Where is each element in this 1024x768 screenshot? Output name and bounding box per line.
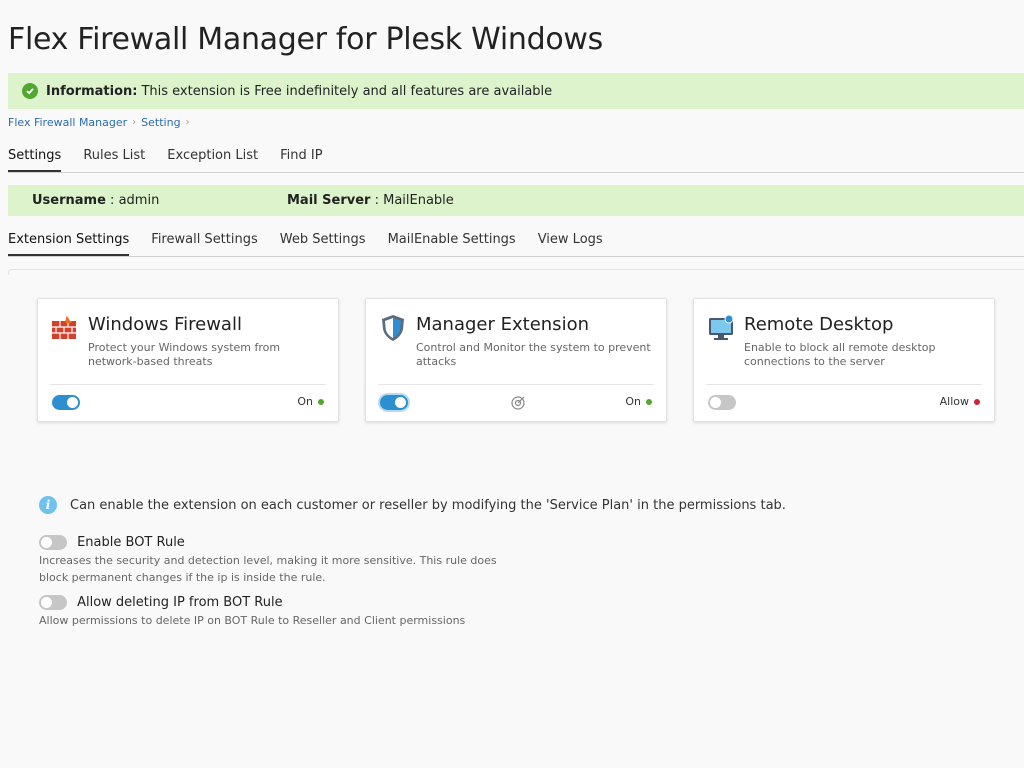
- card-remote-desktop: Remote Desktop Enable to block all remot…: [693, 298, 995, 422]
- status-dot-icon: [974, 398, 980, 405]
- status-text: On: [297, 395, 313, 408]
- option-description: Increases the security and detection lev…: [39, 554, 497, 584]
- tab-exception-list[interactable]: Exception List: [167, 148, 258, 172]
- toggle-knob: [41, 597, 52, 608]
- status-indicator: Allow: [940, 395, 980, 408]
- tab-web-settings[interactable]: Web Settings: [280, 232, 366, 256]
- card-divider: [378, 384, 654, 385]
- toggle-knob: [67, 397, 78, 408]
- card-divider: [706, 384, 982, 385]
- card-manager-extension: Manager Extension Control and Monitor th…: [365, 298, 667, 422]
- permissions-note: i Can enable the extension on each custo…: [39, 496, 786, 514]
- page-title: Flex Firewall Manager for Plesk Windows: [8, 22, 603, 57]
- info-text: This extension is Free indefinitely and …: [141, 83, 553, 99]
- breadcrumb-item[interactable]: Flex Firewall Manager: [8, 116, 127, 129]
- status-indicator: On: [625, 395, 652, 408]
- option-label: Allow deleting IP from BOT Rule: [77, 595, 283, 610]
- tab-settings[interactable]: Settings: [8, 148, 62, 172]
- windows-firewall-toggle[interactable]: [52, 395, 80, 410]
- card-title: Manager Extension: [416, 314, 589, 335]
- card-description: Control and Monitor the system to preven…: [416, 341, 651, 368]
- status-dot-icon: [318, 398, 324, 405]
- check-circle-icon: [22, 83, 38, 99]
- toggle-knob: [710, 397, 721, 408]
- remote-desktop-toggle[interactable]: [708, 395, 736, 410]
- card-title: Windows Firewall: [88, 314, 242, 335]
- main-tabs: Settings Rules List Exception List Find …: [8, 148, 1024, 173]
- info-icon: i: [39, 496, 57, 514]
- enable-bot-rule-toggle[interactable]: [39, 535, 67, 550]
- user-info-strip: Username : admin Mail Server : MailEnabl…: [8, 185, 1024, 216]
- mail-server-label: Mail Server: [287, 193, 371, 208]
- panel-border: [8, 269, 1024, 275]
- card-divider: [50, 384, 326, 385]
- breadcrumb: Flex Firewall Manager › Setting ›: [8, 116, 195, 129]
- status-dot-icon: [646, 398, 652, 405]
- option-bot-rule: Enable BOT Rule Increases the security a…: [39, 532, 509, 586]
- option-description: Allow permissions to delete IP on BOT Ru…: [39, 614, 466, 627]
- toggle-knob: [41, 537, 52, 548]
- card-title: Remote Desktop: [744, 314, 894, 335]
- tab-mailenable-settings[interactable]: MailEnable Settings: [388, 232, 516, 256]
- allow-delete-ip-toggle[interactable]: [39, 595, 67, 610]
- mail-server-value: MailEnable: [383, 193, 454, 208]
- info-banner: Information: This extension is Free inde…: [8, 73, 1024, 109]
- shield-icon: [378, 313, 408, 343]
- tab-view-logs[interactable]: View Logs: [538, 232, 603, 256]
- chevron-right-icon: ›: [185, 117, 190, 128]
- target-icon[interactable]: [510, 395, 526, 411]
- status-text: On: [625, 395, 641, 408]
- status-indicator: On: [297, 395, 324, 408]
- firewall-icon: [50, 313, 80, 343]
- tab-find-ip[interactable]: Find IP: [280, 148, 322, 172]
- tab-rules-list[interactable]: Rules List: [83, 148, 145, 172]
- manager-extension-toggle[interactable]: [380, 395, 408, 410]
- tab-extension-settings[interactable]: Extension Settings: [8, 232, 130, 256]
- card-description: Protect your Windows system from network…: [88, 341, 281, 368]
- status-text: Allow: [939, 395, 969, 408]
- toggle-knob: [395, 397, 406, 408]
- mail-server-info: Mail Server : MailEnable: [287, 193, 454, 208]
- card-description: Enable to block all remote desktop conne…: [744, 341, 936, 368]
- username-value: admin: [118, 193, 160, 208]
- username-info: Username : admin: [32, 193, 160, 208]
- card-windows-firewall: Windows Firewall Protect your Windows sy…: [37, 298, 339, 422]
- note-text: Can enable the extension on each custome…: [70, 497, 786, 513]
- settings-subtabs: Extension Settings Firewall Settings Web…: [8, 232, 1024, 257]
- username-label: Username: [32, 193, 106, 208]
- option-delete-ip-bot-rule: Allow deleting IP from BOT Rule Allow pe…: [39, 592, 509, 629]
- monitor-icon: [706, 313, 736, 343]
- info-label: Information:: [46, 83, 138, 99]
- option-label: Enable BOT Rule: [77, 535, 185, 550]
- chevron-right-icon: ›: [132, 117, 137, 128]
- tab-firewall-settings[interactable]: Firewall Settings: [151, 232, 257, 256]
- breadcrumb-item[interactable]: Setting: [141, 116, 180, 129]
